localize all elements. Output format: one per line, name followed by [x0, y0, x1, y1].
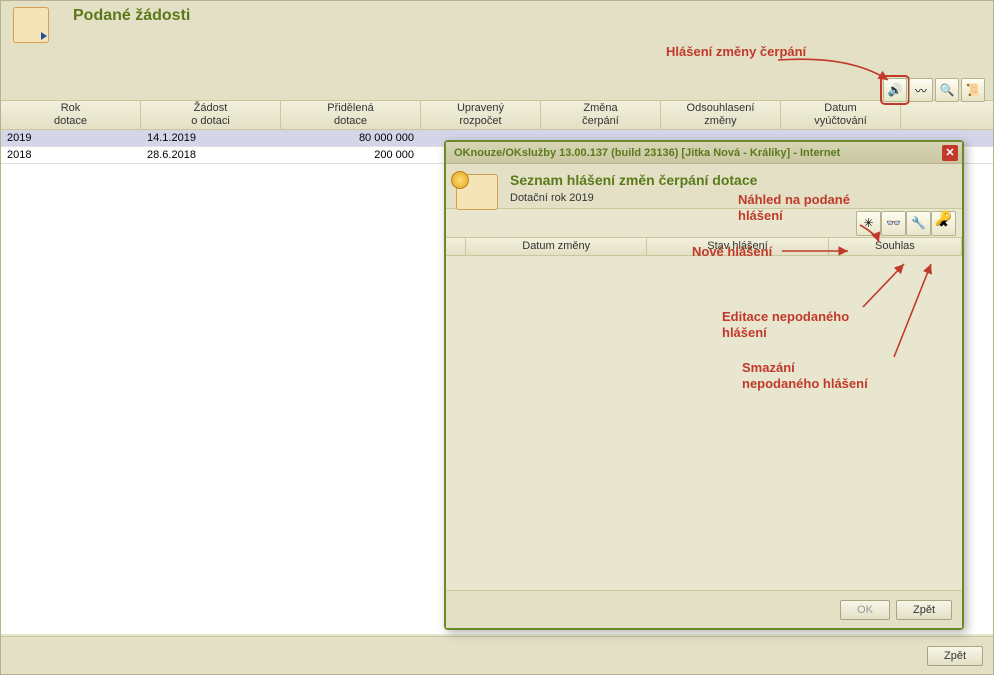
document-speaker-icon: [456, 174, 498, 210]
search-icon: 🔍: [940, 83, 955, 97]
col-spacer: [446, 238, 466, 256]
dialog-header: Seznam hlášení změn čerpání dotace Dotač…: [446, 164, 962, 208]
col-request[interactable]: Žádost o dotaci: [141, 101, 281, 129]
wrench-icon: 🔧: [911, 216, 926, 230]
report-list-dialog: OKnouze/OKslužby 13.00.137 (build 23136)…: [444, 140, 964, 630]
key-icon: 🔑: [935, 210, 952, 227]
main-toolbar: 🔊 〰 🔍 📜: [883, 78, 985, 102]
cell-year: 2018: [1, 148, 141, 162]
dialog-title: Seznam hlášení změn čerpání dotace: [510, 172, 950, 188]
toolbar-button-2[interactable]: 〰: [909, 78, 933, 102]
glasses-icon: 👓: [886, 216, 901, 230]
main-header: Podané žádosti 🔊 〰 🔍 📜: [1, 1, 993, 101]
cell-request: 14.1.2019: [141, 131, 281, 145]
close-button[interactable]: ✕: [942, 145, 958, 161]
col-change-date[interactable]: Datum změny: [466, 238, 647, 256]
ok-button[interactable]: OK: [840, 600, 890, 620]
view-report-button[interactable]: 👓: [881, 211, 906, 236]
dialog-subtitle: Dotační rok 2019: [510, 192, 950, 204]
report-change-button[interactable]: 🔊: [883, 78, 907, 102]
speaker-icon: 🔊: [888, 83, 903, 97]
col-consent[interactable]: Souhlas: [829, 238, 962, 256]
cell-request: 28.6.2018: [141, 148, 281, 162]
main-footer: Zpět: [1, 636, 993, 674]
dialog-table-header: Datum změny Stav hlášení Souhlas: [446, 238, 962, 256]
col-adjusted[interactable]: Upravený rozpočet: [421, 101, 541, 129]
col-approval[interactable]: Odsouhlasení změny: [661, 101, 781, 129]
cell-allocated: 80 000 000: [281, 131, 421, 145]
col-year[interactable]: Rok dotace: [1, 101, 141, 129]
dialog-titlebar[interactable]: OKnouze/OKslužby 13.00.137 (build 23136)…: [446, 142, 962, 164]
page-title: Podané žádosti: [73, 7, 190, 25]
toolbar-button-3[interactable]: 🔍: [935, 78, 959, 102]
dialog-footer: OK Zpět: [446, 590, 962, 628]
dialog-toolbar: ✳ 👓 🔧 ✖: [446, 208, 962, 238]
col-status[interactable]: Stav hlášení: [647, 238, 828, 256]
dialog-back-button[interactable]: Zpět: [896, 600, 952, 620]
col-date[interactable]: Datum vyúčtování: [781, 101, 901, 129]
cell-allocated: 200 000: [281, 148, 421, 162]
wave-icon: 〰: [915, 82, 927, 99]
scroll-icon: 📜: [966, 83, 981, 97]
table-header: Rok dotace Žádost o dotaci Přidělená dot…: [1, 101, 993, 130]
toolbar-button-4[interactable]: 📜: [961, 78, 985, 102]
col-allocated[interactable]: Přidělená dotace: [281, 101, 421, 129]
document-icon: [13, 7, 49, 43]
new-icon: ✳: [863, 216, 873, 230]
back-button[interactable]: Zpět: [927, 646, 983, 666]
dialog-table-body: [446, 256, 962, 590]
close-icon: ✕: [945, 146, 954, 159]
col-change[interactable]: Změna čerpání: [541, 101, 661, 129]
dialog-titlebar-text: OKnouze/OKslužby 13.00.137 (build 23136)…: [454, 147, 840, 159]
edit-report-button[interactable]: 🔧: [906, 211, 931, 236]
cell-year: 2019: [1, 131, 141, 145]
new-report-button[interactable]: ✳: [856, 211, 881, 236]
